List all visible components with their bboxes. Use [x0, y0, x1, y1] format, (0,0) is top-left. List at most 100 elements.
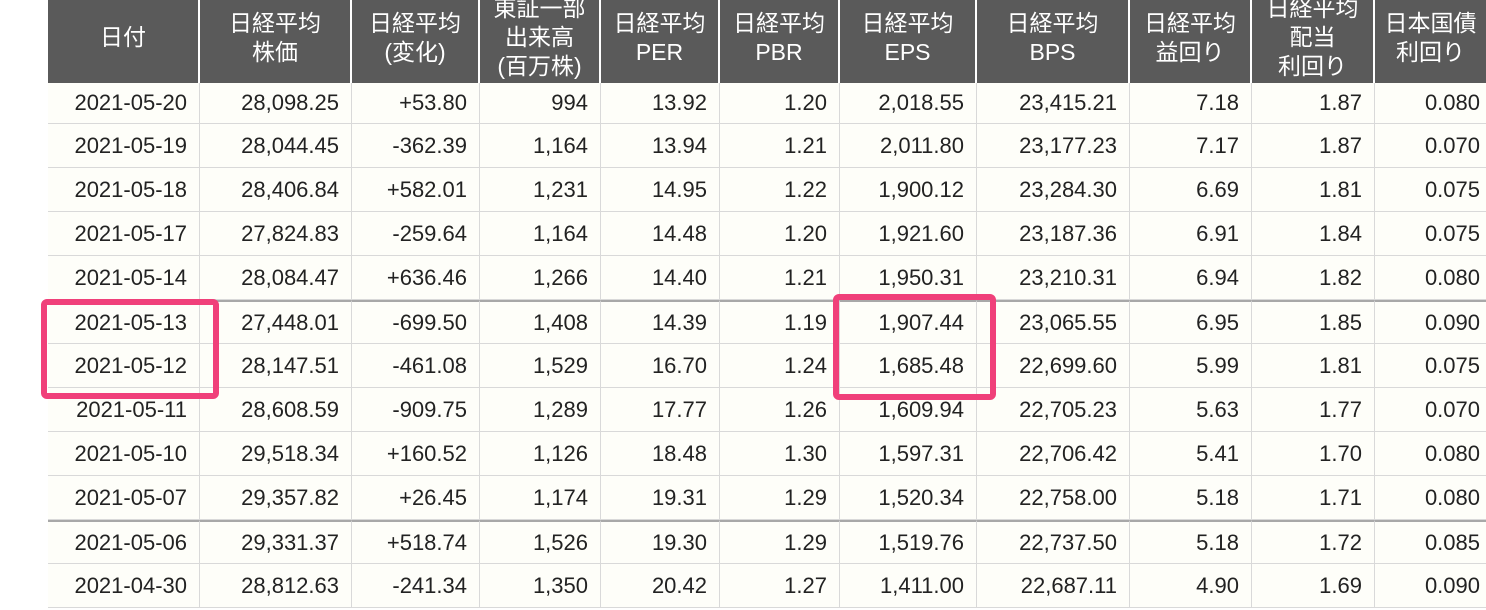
dividend-yield-cell: 1.87 — [1252, 83, 1375, 124]
earnings-yield-cell: 6.91 — [1130, 212, 1252, 256]
header-line: (百万株) — [497, 53, 582, 79]
header-line: 東証一部 — [493, 0, 586, 21]
bps-cell: 22,737.50 — [977, 520, 1130, 564]
dividend-yield-cell: 1.81 — [1252, 344, 1375, 388]
pbr-cell: 1.24 — [720, 344, 840, 388]
pbr-cell: 1.21 — [720, 124, 840, 168]
header-line: 出来高 — [505, 24, 574, 50]
header-line: 利回り — [1278, 53, 1347, 79]
bps-cell: 23,065.55 — [977, 300, 1130, 344]
eps-cell: 1,907.44 — [840, 300, 977, 344]
dividend-yield-cell: 1.87 — [1252, 124, 1375, 168]
column-header-date[interactable]: 日付 — [48, 0, 200, 83]
volume-cell: 994 — [480, 83, 601, 124]
pbr-cell: 1.20 — [720, 83, 840, 124]
header-line: 日経平均 — [861, 9, 954, 36]
per-cell: 20.42 — [601, 564, 720, 608]
bps-cell: 22,705.23 — [977, 388, 1130, 432]
column-header-bps[interactable]: 日経平均 BPS — [977, 0, 1130, 83]
column-header-bond-yield[interactable]: 日本国債 利回り — [1375, 0, 1486, 83]
bps-cell: 23,177.23 — [977, 124, 1130, 168]
bps-cell: 23,187.36 — [977, 212, 1130, 256]
earnings-yield-cell: 6.94 — [1130, 256, 1252, 300]
date-cell: 2021-05-14 — [48, 256, 200, 300]
column-header-dividend-yield[interactable]: 日経平均 配当 利回り — [1252, 0, 1375, 83]
bps-cell: 22,758.00 — [977, 476, 1130, 520]
volume-cell: 1,174 — [480, 476, 601, 520]
earnings-yield-cell: 5.18 — [1130, 520, 1252, 564]
date-cell: 2021-05-18 — [48, 168, 200, 212]
date-cell: 2021-05-06 — [48, 520, 200, 564]
column-header-earnings-yield[interactable]: 日経平均 益回り — [1130, 0, 1252, 83]
bps-cell: 23,415.21 — [977, 83, 1130, 124]
price-cell: 28,812.63 — [200, 564, 352, 608]
bond-yield-cell: 0.075 — [1375, 168, 1486, 212]
table-row[interactable]: 2021-05-19 28,044.45 -362.39 1,164 13.94 1.21… — [48, 124, 1486, 168]
per-cell: 14.48 — [601, 212, 720, 256]
pbr-cell: 1.21 — [720, 256, 840, 300]
volume-cell: 1,231 — [480, 168, 601, 212]
price-cell: 28,608.59 — [200, 388, 352, 432]
volume-cell: 1,289 — [480, 388, 601, 432]
price-cell: 29,518.34 — [200, 432, 352, 476]
eps-cell: 2,018.55 — [840, 83, 977, 124]
volume-cell: 1,164 — [480, 212, 601, 256]
table-row[interactable]: 2021-05-11 28,608.59 -909.75 1,289 17.77 1.26… — [48, 388, 1486, 432]
date-cell: 2021-04-30 — [48, 564, 200, 608]
date-cell: 2021-05-19 — [48, 124, 200, 168]
change-cell: +582.01 — [352, 168, 480, 212]
bond-yield-cell: 0.080 — [1375, 432, 1486, 476]
per-cell: 19.31 — [601, 476, 720, 520]
header-line: 利回り — [1396, 38, 1465, 65]
table-row[interactable]: 2021-05-20 28,098.25 +53.80 994 13.92 1.20 2,0… — [48, 83, 1486, 124]
table-row[interactable]: 2021-05-14 28,084.47 +636.46 1,266 14.40 1.21… — [48, 256, 1486, 300]
dividend-yield-cell: 1.70 — [1252, 432, 1375, 476]
bps-cell: 23,210.31 — [977, 256, 1130, 300]
bond-yield-cell: 0.080 — [1375, 476, 1486, 520]
dividend-yield-cell: 1.69 — [1252, 564, 1375, 608]
per-cell: 14.95 — [601, 168, 720, 212]
table-row[interactable]: 2021-05-18 28,406.84 +582.01 1,231 14.95 1.22… — [48, 168, 1486, 212]
per-cell: 13.94 — [601, 124, 720, 168]
bond-yield-cell: 0.075 — [1375, 212, 1486, 256]
table-row[interactable]: 2021-05-17 27,824.83 -259.64 1,164 14.48 1.20… — [48, 212, 1486, 256]
date-cell: 2021-05-11 — [48, 388, 200, 432]
table-row[interactable]: 2021-05-10 29,518.34 +160.52 1,126 18.48 1.30… — [48, 432, 1486, 476]
header-line: 日付 — [100, 24, 146, 50]
header-line: BPS — [1029, 38, 1076, 65]
pbr-cell: 1.27 — [720, 564, 840, 608]
eps-cell: 1,609.94 — [840, 388, 977, 432]
earnings-yield-cell: 7.17 — [1130, 124, 1252, 168]
volume-cell: 1,529 — [480, 344, 601, 388]
volume-cell: 1,526 — [480, 520, 601, 564]
date-cell: 2021-05-20 — [48, 83, 200, 124]
earnings-yield-cell: 4.90 — [1130, 564, 1252, 608]
column-header-change[interactable]: 日経平均 (変化) — [352, 0, 480, 83]
change-cell: +636.46 — [352, 256, 480, 300]
column-header-eps[interactable]: 日経平均 EPS — [840, 0, 977, 83]
change-cell: -461.08 — [352, 344, 480, 388]
eps-cell: 1,520.34 — [840, 476, 977, 520]
column-header-per[interactable]: 日経平均 PER — [601, 0, 720, 83]
column-header-price[interactable]: 日経平均 株価 — [200, 0, 352, 83]
dividend-yield-cell: 1.84 — [1252, 212, 1375, 256]
table-body: 2021-05-20 28,098.25 +53.80 994 13.92 1.20 2,0… — [48, 83, 1486, 608]
header-line: 配当 — [1289, 24, 1336, 50]
price-cell: 29,331.37 — [200, 520, 352, 564]
pbr-cell: 1.30 — [720, 432, 840, 476]
column-header-volume[interactable]: 東証一部 出来高 (百万株) — [480, 0, 601, 83]
eps-cell: 1,411.00 — [840, 564, 977, 608]
change-cell: -362.39 — [352, 124, 480, 168]
table-row[interactable]: 2021-05-12 28,147.51 -461.08 1,529 16.70 1.24… — [48, 344, 1486, 388]
eps-cell: 1,519.76 — [840, 520, 977, 564]
eps-cell: 2,011.80 — [840, 124, 977, 168]
table-row[interactable]: 2021-05-06 29,331.37 +518.74 1,526 19.30 1.29… — [48, 520, 1486, 564]
table-row[interactable]: 2021-04-30 28,812.63 -241.34 1,350 20.42 1.27… — [48, 564, 1486, 608]
earnings-yield-cell: 6.95 — [1130, 300, 1252, 344]
nikkei-data-table: 日付 日経平均 株価 日経平均 (変化) 東証一部 出来高 (百万株) 日経平均 — [48, 0, 1486, 608]
per-cell: 14.40 — [601, 256, 720, 300]
table-row[interactable]: 2021-05-13 27,448.01 -699.50 1,408 14.39 1.19… — [48, 300, 1486, 344]
column-header-pbr[interactable]: 日経平均 PBR — [720, 0, 840, 83]
table-row[interactable]: 2021-05-07 29,357.82 +26.45 1,174 19.31 1.29 1… — [48, 476, 1486, 520]
volume-cell: 1,408 — [480, 300, 601, 344]
